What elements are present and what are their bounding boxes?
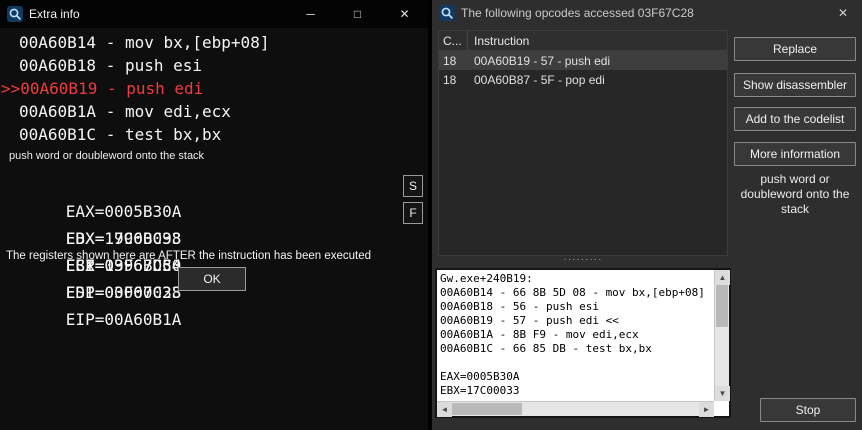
detail-line: 00A60B19 - 57 - push edi << bbox=[440, 314, 712, 328]
disasm-line: 00A60B18 - push esi bbox=[0, 54, 428, 77]
detail-line: 00A60B1A - 8B F9 - mov edi,ecx bbox=[440, 328, 712, 342]
window-title: Extra info bbox=[29, 7, 80, 21]
close-icon[interactable]: ✕ bbox=[834, 6, 852, 20]
extra-info-window: Extra info ─ □ ✕ 00A60B14 - mov bx,[ebp+… bbox=[0, 0, 428, 430]
column-header-instruction[interactable]: Instruction bbox=[468, 31, 727, 50]
show-disassembler-button[interactable]: Show disassembler bbox=[734, 73, 856, 97]
minimize-icon[interactable]: ─ bbox=[287, 0, 334, 28]
scroll-left-icon[interactable]: ◄ bbox=[437, 402, 452, 417]
cheat-engine-icon bbox=[7, 6, 23, 22]
detail-line: 00A60B18 - 56 - push esi bbox=[440, 300, 712, 314]
register-row: EAX=0005B30A EDX=1996BC98 EBP=03F67C34 bbox=[8, 171, 193, 198]
table-row[interactable]: 18 00A60B19 - 57 - push edi bbox=[439, 51, 727, 70]
view-buttons: S F bbox=[403, 175, 425, 229]
scroll-right-icon[interactable]: ► bbox=[699, 402, 714, 417]
stack-view-button[interactable]: S bbox=[403, 175, 423, 197]
detail-line bbox=[440, 356, 712, 370]
replace-button[interactable]: Replace bbox=[734, 37, 856, 61]
instruction-cell: 00A60B19 - 57 - push edi bbox=[468, 51, 727, 70]
count-cell: 18 bbox=[439, 51, 468, 70]
splitter-handle[interactable]: ········· bbox=[438, 257, 728, 266]
registers-grid: EAX=0005B30A EDX=1996BC98 EBP=03F67C34 E… bbox=[8, 171, 193, 252]
disassembly-list: 00A60B14 - mov bx,[ebp+08] 00A60B18 - pu… bbox=[0, 31, 428, 146]
register-ebx: EBX=17C00033 bbox=[66, 225, 193, 252]
horizontal-scroll-thumb[interactable] bbox=[452, 403, 522, 415]
horizontal-scrollbar[interactable]: ◄ ► bbox=[437, 401, 714, 416]
add-to-codelist-button[interactable]: Add to the codelist bbox=[734, 107, 856, 131]
disasm-line-current: >>00A60B19 - push edi bbox=[0, 77, 428, 100]
vertical-scroll-thumb[interactable] bbox=[716, 285, 728, 327]
register-edi: EDI=00000033 bbox=[66, 279, 193, 306]
disasm-line: 00A60B1A - mov edi,ecx bbox=[0, 100, 428, 123]
detail-text: Gw.exe+240B19: 00A60B14 - 66 8B 5D 08 - … bbox=[440, 272, 712, 399]
column-header-count[interactable]: C... bbox=[439, 31, 468, 50]
disasm-line: 00A60B14 - mov bx,[ebp+08] bbox=[0, 31, 428, 54]
instruction-cell: 00A60B87 - 5F - pop edi bbox=[468, 70, 727, 89]
detail-line: EAX=0005B30A bbox=[440, 370, 712, 384]
count-cell: 18 bbox=[439, 70, 468, 89]
vertical-scrollbar[interactable]: ▲ ▼ bbox=[714, 270, 729, 401]
table-row[interactable]: 18 00A60B87 - 5F - pop edi bbox=[439, 70, 727, 89]
cheat-engine-icon bbox=[439, 5, 455, 21]
detail-line: 00A60B1C - 66 85 DB - test bx,bx bbox=[440, 342, 712, 356]
disasm-line: 00A60B1C - test bx,bx bbox=[0, 123, 428, 146]
close-icon[interactable]: ✕ bbox=[381, 0, 428, 28]
opcode-access-window: The following opcodes accessed 03F67C28 … bbox=[432, 0, 862, 430]
detail-panel: Gw.exe+240B19: 00A60B14 - 66 8B 5D 08 - … bbox=[435, 268, 731, 418]
detail-line: Gw.exe+240B19: bbox=[440, 272, 712, 286]
maximize-icon[interactable]: □ bbox=[334, 0, 381, 28]
registers-note: The registers shown here are AFTER the i… bbox=[6, 250, 371, 262]
float-view-button[interactable]: F bbox=[403, 202, 423, 224]
scroll-down-icon[interactable]: ▼ bbox=[715, 386, 730, 401]
register-eax: EAX=0005B30A bbox=[66, 198, 193, 225]
register-eip: EIP=00A60B1A bbox=[66, 306, 193, 333]
stop-button[interactable]: Stop bbox=[760, 398, 856, 422]
opcode-help-text: push word or doubleword onto the stack bbox=[9, 150, 204, 162]
window-controls: ─ □ ✕ bbox=[287, 0, 428, 28]
window-title: The following opcodes accessed 03F67C28 bbox=[461, 6, 694, 20]
detail-line: 00A60B14 - 66 8B 5D 08 - mov bx,[ebp+08] bbox=[440, 286, 712, 300]
table-header: C... Instruction bbox=[439, 31, 727, 51]
ok-button[interactable]: OK bbox=[178, 267, 246, 291]
extra-info-titlebar[interactable]: Extra info ─ □ ✕ bbox=[0, 0, 428, 28]
opcode-help-text: push word or doubleword onto the stack bbox=[734, 172, 856, 217]
detail-line: EBX=17C00033 bbox=[440, 384, 712, 398]
more-information-button[interactable]: More information bbox=[734, 142, 856, 166]
scroll-up-icon[interactable]: ▲ bbox=[715, 270, 730, 285]
opcode-table: C... Instruction 18 00A60B19 - 57 - push… bbox=[438, 30, 728, 256]
opcode-window-titlebar[interactable]: The following opcodes accessed 03F67C28 … bbox=[432, 0, 862, 26]
